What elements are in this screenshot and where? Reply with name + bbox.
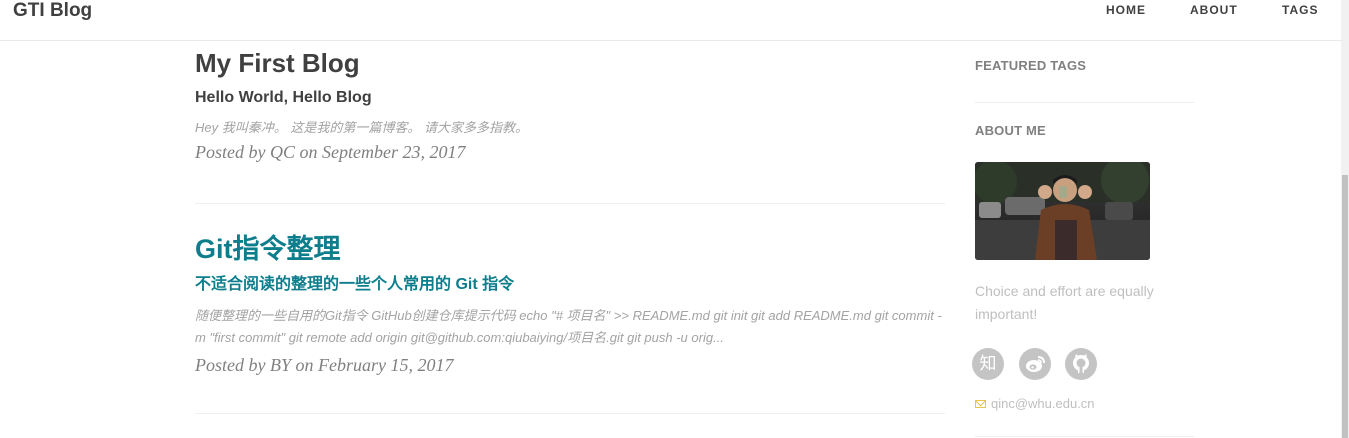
post-meta: Posted by BY on February 15, 2017 — [195, 355, 454, 375]
weibo-icon — [1026, 356, 1045, 372]
avatar — [975, 162, 1150, 260]
post-title[interactable]: My First Blog — [195, 48, 945, 78]
post-excerpt[interactable]: Hey 我叫秦冲。 这是我的第一篇博客。 请大家多多指教。 — [195, 117, 945, 139]
post-preview[interactable]: My First Blog Hello World, Hello Blog He… — [195, 48, 945, 163]
scrollbar-thumb[interactable] — [1342, 175, 1348, 438]
github-icon — [1073, 354, 1089, 373]
weibo-icon[interactable] — [1019, 348, 1051, 380]
post-subtitle[interactable]: Hello World, Hello Blog — [195, 87, 945, 109]
nav-tags[interactable]: TAGS — [1282, 2, 1318, 18]
navbar: GTI Blog HOME ABOUT TAGS — [0, 0, 1341, 41]
post-divider — [195, 203, 945, 204]
post-preview[interactable]: Git指令整理 不适合阅读的整理的一些个人常用的 Git 指令 随便整理的一些自… — [195, 234, 945, 376]
post-meta: Posted by QC on September 23, 2017 — [195, 142, 466, 162]
zhihu-icon[interactable]: 知 — [972, 348, 1004, 380]
post-excerpt[interactable]: 随便整理的一些自用的Git指令 GitHub创建仓库提示代码 echo "# 项… — [195, 305, 945, 349]
email-icon — [975, 400, 986, 408]
post-subtitle[interactable]: 不适合阅读的整理的一些个人常用的 Git 指令 — [195, 274, 945, 296]
scrollbar[interactable] — [1341, 0, 1349, 438]
featured-tags-heading: FEATURED TAGS — [975, 58, 1087, 73]
sidebar-divider — [975, 102, 1194, 103]
post-divider — [195, 413, 945, 414]
about-tagline: Choice and effort are equally important! — [975, 283, 1154, 322]
avatar-photo — [975, 162, 1150, 260]
email-link[interactable]: qinc@whu.edu.cn — [991, 396, 1095, 411]
email-row[interactable]: qinc@whu.edu.cn — [975, 396, 1095, 411]
sidebar-divider — [975, 436, 1194, 437]
brand-logo[interactable]: GTI Blog — [13, 0, 92, 22]
nav-home[interactable]: HOME — [1106, 2, 1146, 18]
github-icon[interactable] — [1065, 348, 1097, 380]
post-title[interactable]: Git指令整理 — [195, 234, 945, 264]
nav-about[interactable]: ABOUT — [1190, 2, 1238, 18]
about-me-heading: ABOUT ME — [975, 123, 1046, 138]
